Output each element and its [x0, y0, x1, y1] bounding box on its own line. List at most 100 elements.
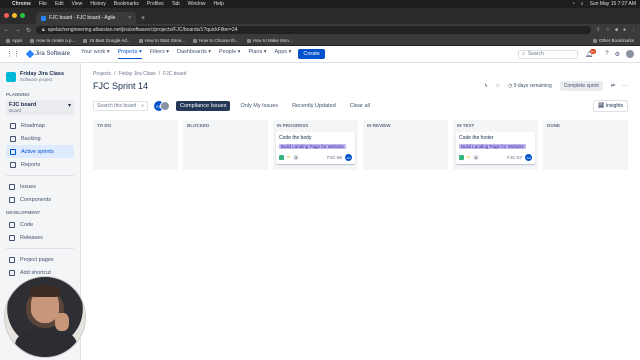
menu-edit[interactable]: Edit: [55, 1, 64, 7]
chevron-down-icon: ▾: [67, 103, 71, 109]
lock-icon: 🔒︎: [42, 27, 45, 33]
card-title: Code the footer: [459, 135, 494, 141]
menu-app[interactable]: Chrome: [12, 1, 31, 7]
other-bookmarks[interactable]: Other Bookmarks: [592, 38, 634, 43]
forward-icon[interactable]: →: [15, 27, 21, 33]
sidebar-item-code[interactable]: Code: [6, 218, 74, 231]
jira-logo[interactable]: Jira Software: [25, 49, 70, 59]
minimize-window-icon[interactable]: [12, 13, 17, 18]
bookmark-3[interactable]: How to Start Strea...: [138, 38, 185, 43]
star-icon[interactable]: ☆: [605, 27, 609, 33]
search-icon: ⌕: [522, 51, 525, 57]
epic-label[interactable]: Build Landing Page for Website: [459, 144, 526, 149]
search-placeholder: Search: [527, 51, 544, 57]
global-search-input[interactable]: ⌕ Search: [518, 49, 579, 59]
clock[interactable]: Sun May 15 7:27 AM: [590, 1, 636, 7]
board-selector[interactable]: FJC board Board ▾: [6, 100, 74, 115]
project-header[interactable]: Friday Jira Class Software project: [6, 71, 74, 82]
new-tab-icon[interactable]: +: [141, 15, 145, 22]
bookmark-1[interactable]: How to create a p...: [30, 38, 75, 43]
reload-icon[interactable]: ↻: [26, 27, 31, 34]
wifi-icon[interactable]: ◔: [572, 1, 575, 7]
clear-all-link[interactable]: Clear all: [350, 103, 370, 109]
profile-icon[interactable]: ●: [623, 27, 626, 33]
board-search-input[interactable]: Search this board ⌕: [93, 101, 148, 111]
bookmark-apps[interactable]: Apps: [6, 38, 22, 43]
breadcrumb-project[interactable]: Friday Jira Class: [118, 71, 155, 77]
jira-diamond-icon: [25, 49, 35, 59]
close-window-icon[interactable]: [4, 13, 9, 18]
menu-history[interactable]: History: [90, 1, 106, 7]
share-icon[interactable]: ⇪: [596, 27, 600, 33]
bookmark-2[interactable]: 15 Best Google Ad...: [83, 38, 131, 43]
insights-button[interactable]: 📈︎ Insights: [593, 100, 628, 112]
maximize-window-icon[interactable]: [20, 13, 25, 18]
card-assignee-avatar[interactable]: AO: [525, 154, 532, 161]
more-icon[interactable]: ···: [623, 83, 628, 89]
assignee-avatar-user[interactable]: [160, 101, 170, 111]
bookmark-5[interactable]: How to Make Mon...: [246, 38, 293, 43]
issue-key[interactable]: FJC-56: [327, 155, 342, 160]
menu-view[interactable]: View: [72, 1, 83, 7]
close-tab-icon[interactable]: ×: [128, 15, 131, 21]
nav-plans[interactable]: Plans ▾: [248, 49, 266, 59]
filter-bar: Search this board ⌕ AO Compliance Issues…: [93, 100, 628, 112]
filter-only-my-issues[interactable]: Only My Issues: [236, 101, 283, 111]
menu-help[interactable]: Help: [213, 1, 223, 7]
nav-filters[interactable]: Filters ▾: [150, 49, 169, 59]
issue-key[interactable]: FJC-57: [507, 155, 522, 160]
column-blocked: BLOCKED: [183, 120, 268, 170]
help-icon[interactable]: ?: [605, 51, 608, 57]
breadcrumb-board[interactable]: FJC board: [163, 71, 186, 77]
epic-label[interactable]: Build Landing Page for Website: [279, 144, 346, 149]
breadcrumb-separator: /: [114, 71, 116, 77]
menu-tab[interactable]: Tab: [172, 1, 180, 7]
sidebar-item-project-pages[interactable]: Project pages: [6, 253, 74, 266]
nav-dashboards[interactable]: Dashboards ▾: [177, 49, 211, 59]
back-icon[interactable]: ←: [4, 27, 10, 33]
create-button[interactable]: Create: [298, 49, 325, 59]
menu-kebab-icon[interactable]: ⋮: [631, 27, 636, 33]
star-icon[interactable]: ☆: [495, 83, 499, 89]
menu-window[interactable]: Window: [188, 1, 206, 7]
sidebar-item-roadmap[interactable]: Roadmap: [6, 119, 74, 132]
nav-people[interactable]: People ▾: [219, 49, 240, 59]
jira-top-nav: ⋮⋮ Jira Software Your work ▾ Projects ▾ …: [0, 46, 640, 63]
column-in-test: IN TEST Code the footer Build Landing Pa…: [453, 120, 538, 170]
extension-icon[interactable]: ■: [615, 27, 618, 33]
sidebar-divider: [6, 248, 74, 249]
sidebar-item-components[interactable]: Components: [6, 193, 74, 206]
issue-card[interactable]: Code the footer Build Landing Page for W…: [456, 132, 535, 164]
breadcrumb-projects[interactable]: Projects: [93, 71, 111, 77]
sidebar-item-releases[interactable]: Releases: [6, 231, 74, 244]
menu-profiles[interactable]: Profiles: [147, 1, 164, 7]
nav-your-work[interactable]: Your work ▾: [81, 49, 110, 59]
nav-projects[interactable]: Projects ▾: [117, 49, 142, 59]
share-icon[interactable]: ⇄: [611, 83, 615, 89]
card-footer: = 4 FJC-57 AO: [459, 154, 532, 161]
app-switcher-icon[interactable]: ⋮⋮: [6, 50, 20, 58]
presenter-hand: [55, 313, 69, 331]
sidebar-item-active-sprints[interactable]: Active sprints: [6, 145, 74, 158]
nav-apps[interactable]: Apps ▾: [275, 49, 292, 59]
filter-recently-updated[interactable]: Recently Updated: [288, 101, 340, 111]
webcam-overlay: [4, 276, 86, 358]
card-assignee-avatar[interactable]: AO: [345, 154, 352, 161]
notifications-button[interactable]: 🔔︎9+: [585, 48, 599, 58]
search-icon[interactable]: ⌕: [581, 1, 584, 7]
board-columns: TO DO BLOCKED IN PROGRESS Code the body …: [93, 120, 628, 170]
menu-file[interactable]: File: [39, 1, 47, 7]
filter-compliance-issues[interactable]: Compliance Issues: [176, 101, 231, 111]
browser-tab[interactable]: FJC board - FJC board - Agile ×: [36, 12, 136, 24]
bookmark-4[interactable]: How to Choose th...: [193, 38, 239, 43]
sidebar-item-issues[interactable]: Issues: [6, 180, 74, 193]
menu-bookmarks[interactable]: Bookmarks: [114, 1, 139, 7]
complete-sprint-button[interactable]: Complete sprint: [559, 81, 603, 91]
lightning-icon[interactable]: ϟ: [485, 83, 488, 89]
issue-card[interactable]: Code the body Build Landing Page for Web…: [276, 132, 355, 164]
sidebar-item-reports[interactable]: Reports: [6, 158, 74, 171]
settings-gear-icon[interactable]: ⚙: [615, 51, 620, 58]
address-bar[interactable]: 🔒︎ apelachengineering.atlassian.net/jira…: [36, 26, 592, 34]
user-avatar[interactable]: [626, 50, 634, 58]
sidebar-item-backlog[interactable]: Backlog: [6, 132, 74, 145]
